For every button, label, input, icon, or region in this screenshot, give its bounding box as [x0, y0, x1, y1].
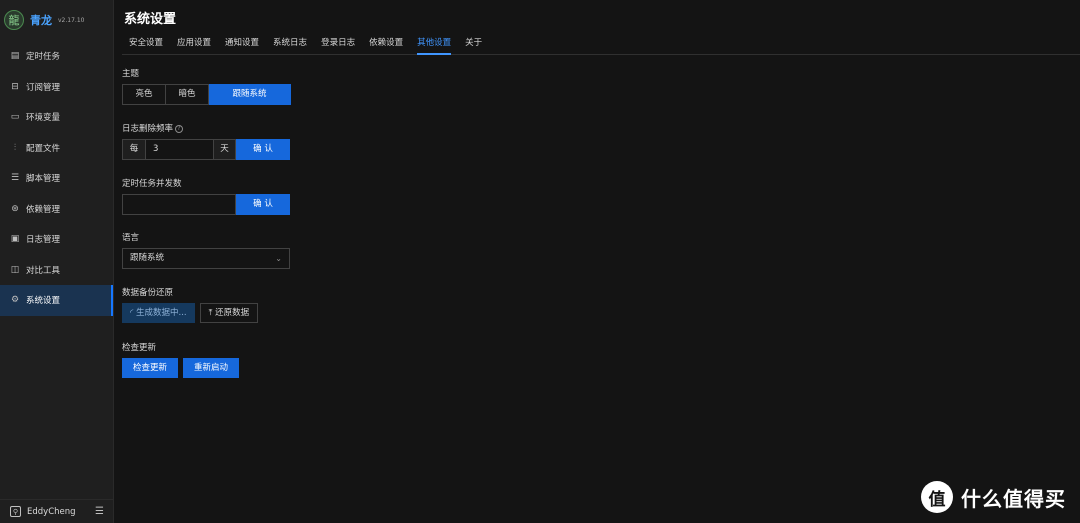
theme-system-option[interactable]: 跟随系统	[209, 84, 291, 105]
script-icon: ☰	[10, 173, 20, 184]
sidebar-item-label: 脚本管理	[26, 174, 61, 185]
generate-backup-button[interactable]: ◜ 生成数据中...	[122, 303, 195, 323]
concurrency-confirm-button[interactable]: 确 认	[236, 194, 290, 215]
sidebar-item-cron[interactable]: ▤ 定时任务	[0, 41, 113, 72]
sidebar-item-env[interactable]: ▭ 环境变量	[0, 102, 113, 133]
restore-data-label: 还原数据	[215, 308, 250, 318]
language-selected-value: 跟随系统	[130, 253, 165, 263]
sidebar-item-label: 环境变量	[26, 113, 61, 124]
main-content: 系统设置 安全设置 应用设置 通知设置 系统日志 登录日志 依赖设置 其他设置 …	[114, 0, 1080, 523]
user-name: EddyCheng	[27, 506, 76, 517]
sidebar-item-diff[interactable]: ◫ 对比工具	[0, 255, 113, 286]
tab-app[interactable]: 应用设置	[170, 34, 218, 54]
theme-label: 主题	[122, 69, 140, 79]
chevron-down-icon: ⌄	[275, 254, 282, 263]
concurrency-section: 定时任务并发数 确 认	[122, 177, 290, 215]
language-select[interactable]: 跟随系统 ⌄	[122, 248, 290, 269]
app-version: v2.17.10	[58, 16, 85, 24]
loading-spinner-icon: ◜	[130, 308, 134, 318]
app-name: 青龙	[30, 14, 52, 27]
sidebar-nav: ▤ 定时任务 ⊟ 订阅管理 ▭ 环境变量 ⫶ 配置文件 ☰ 脚本管理 ⊛ 依赖管…	[0, 41, 113, 316]
backup-section: 数据备份还原 ◜ 生成数据中... ⤒ 还原数据	[122, 286, 259, 323]
menu-fold-icon[interactable]: ☰	[95, 506, 104, 517]
tab-dependency[interactable]: 依赖设置	[362, 34, 410, 54]
watermark-logo-icon: 值	[921, 481, 953, 513]
watermark: 值 什么值得买	[921, 481, 1066, 513]
sidebar-item-label: 定时任务	[26, 52, 61, 63]
sidebar-item-log[interactable]: ▣ 日志管理	[0, 224, 113, 255]
page-title: 系统设置	[124, 12, 177, 27]
concurrency-input-group: 确 认	[122, 194, 290, 215]
sidebar-item-settings[interactable]: ⚙ 系统设置	[0, 285, 113, 316]
sidebar: 龍 青龙 v2.17.10 ▤ 定时任务 ⊟ 订阅管理 ▭ 环境变量 ⫶ 配置文…	[0, 0, 114, 523]
sidebar-item-label: 订阅管理	[26, 82, 61, 93]
user-menu[interactable]: ⚲ EddyCheng ☰	[0, 499, 114, 523]
tab-system-log[interactable]: 系统日志	[266, 34, 314, 54]
user-icon: ⚲	[10, 506, 21, 517]
log-cleanup-days-input[interactable]: 3	[146, 139, 213, 160]
backup-actions: ◜ 生成数据中... ⤒ 还原数据	[122, 303, 259, 323]
sidebar-item-config[interactable]: ⫶ 配置文件	[0, 133, 113, 164]
monitor-icon: ▭	[10, 112, 20, 123]
settings-tabs: 安全设置 应用设置 通知设置 系统日志 登录日志 依赖设置 其他设置 关于	[122, 34, 1080, 55]
upload-icon: ⤒	[208, 308, 213, 318]
log-cleanup-input-group: 每 3 天 确 认	[122, 139, 290, 160]
update-section: 检查更新 检查更新 重新启动	[122, 341, 239, 378]
theme-dark-option[interactable]: 暗色	[166, 84, 209, 105]
log-cleanup-section: 日志删除频率? 每 3 天 确 认	[122, 122, 290, 160]
diff-icon: ◫	[10, 264, 20, 275]
gear-icon: ⚙	[10, 295, 20, 306]
log-cleanup-suffix: 天	[213, 139, 236, 160]
log-cleanup-prefix: 每	[122, 139, 146, 160]
subscription-icon: ⊟	[11, 81, 19, 92]
brand[interactable]: 龍 青龙 v2.17.10	[0, 0, 113, 40]
watermark-text: 什么值得买	[961, 486, 1066, 511]
concurrency-input[interactable]	[122, 194, 236, 215]
tab-login-log[interactable]: 登录日志	[314, 34, 362, 54]
log-cleanup-confirm-button[interactable]: 确 认	[236, 139, 290, 160]
theme-section: 主题 亮色 暗色 跟随系统	[122, 67, 291, 105]
theme-segmented: 亮色 暗色 跟随系统	[122, 84, 291, 105]
backup-label: 数据备份还原	[122, 288, 174, 298]
sidebar-item-label: 系统设置	[26, 296, 61, 307]
log-cleanup-label-text: 日志删除频率	[122, 124, 174, 134]
language-label: 语言	[122, 233, 140, 243]
check-update-button[interactable]: 检查更新	[122, 358, 178, 378]
log-cleanup-label: 日志删除频率?	[122, 122, 290, 134]
tab-other[interactable]: 其他设置	[410, 34, 458, 55]
schedule-icon: ▤	[10, 51, 20, 62]
generate-backup-label: 生成数据中...	[136, 308, 187, 318]
tab-security[interactable]: 安全设置	[122, 34, 170, 54]
log-icon: ▣	[10, 234, 20, 245]
concurrency-label: 定时任务并发数	[122, 179, 182, 189]
update-actions: 检查更新 重新启动	[122, 358, 239, 378]
sidebar-item-script[interactable]: ☰ 脚本管理	[0, 163, 113, 194]
language-section: 语言 跟随系统 ⌄	[122, 231, 290, 269]
dragon-logo-icon: 龍	[4, 10, 24, 30]
question-circle-icon[interactable]: ?	[175, 124, 184, 133]
sidebar-item-label: 依赖管理	[26, 204, 61, 215]
dependency-icon: ⊛	[11, 203, 19, 214]
theme-light-option[interactable]: 亮色	[122, 84, 166, 105]
tab-about[interactable]: 关于	[458, 34, 489, 54]
sidebar-item-label: 对比工具	[26, 265, 61, 276]
update-label: 检查更新	[122, 343, 157, 353]
sidebar-item-subscription[interactable]: ⊟ 订阅管理	[0, 72, 113, 103]
config-icon: ⫶	[13, 142, 17, 153]
tab-notification[interactable]: 通知设置	[218, 34, 266, 54]
sidebar-item-label: 配置文件	[26, 143, 61, 154]
restore-data-button[interactable]: ⤒ 还原数据	[199, 303, 259, 323]
sidebar-item-dependency[interactable]: ⊛ 依赖管理	[0, 194, 113, 225]
sidebar-item-label: 日志管理	[26, 235, 61, 246]
restart-button[interactable]: 重新启动	[183, 358, 239, 378]
